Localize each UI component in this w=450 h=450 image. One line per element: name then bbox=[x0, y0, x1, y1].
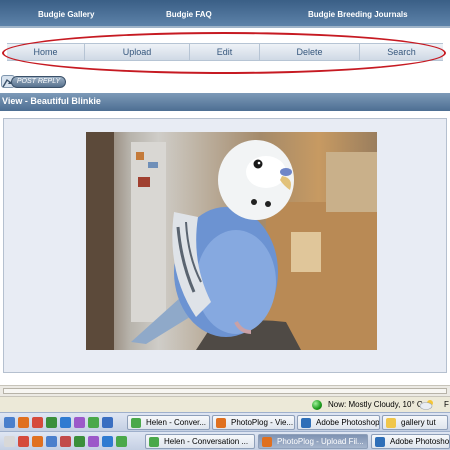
horizontal-scrollbar[interactable] bbox=[0, 385, 450, 396]
firefox-icon bbox=[216, 418, 226, 428]
task-adobe-photoshop[interactable]: Adobe Photoshop bbox=[297, 415, 380, 430]
quicklaunch-app-icon[interactable] bbox=[74, 417, 85, 428]
quicklaunch-msn-icon[interactable] bbox=[74, 436, 85, 447]
quicklaunch-firefox-icon[interactable] bbox=[32, 436, 43, 447]
quicklaunch-ie-icon[interactable] bbox=[4, 417, 15, 428]
scrollbar-track[interactable] bbox=[3, 388, 447, 394]
status-trailing-text: F bbox=[444, 400, 449, 409]
status-bar: Now: Mostly Cloudy, 10° C F bbox=[0, 396, 450, 412]
view-header: View - Beautiful Blinkie bbox=[0, 93, 450, 111]
post-reply-label: POST REPLY bbox=[11, 76, 66, 88]
photoshop-icon bbox=[375, 437, 385, 447]
msn-icon bbox=[149, 437, 159, 447]
quicklaunch-firefox-icon[interactable] bbox=[18, 417, 29, 428]
post-reply-button[interactable]: POST REPLY bbox=[0, 73, 66, 90]
quicklaunch-mail-icon[interactable] bbox=[32, 417, 43, 428]
quicklaunch-ie-icon[interactable] bbox=[46, 436, 57, 447]
msn-icon bbox=[131, 418, 141, 428]
nav-link-budgie-faq[interactable]: Budgie FAQ bbox=[166, 10, 212, 19]
weather-status-icon bbox=[312, 400, 322, 410]
quicklaunch-msn-icon[interactable] bbox=[46, 417, 57, 428]
quicklaunch-app-icon[interactable] bbox=[60, 436, 71, 447]
photoshop-icon bbox=[301, 418, 311, 428]
task-helen-conversation[interactable]: Helen - Conver... bbox=[127, 415, 210, 430]
task-helen-conversation-full[interactable]: Helen - Conversation ... bbox=[145, 434, 255, 449]
task-photoplog-view[interactable]: PhotoPlog - Vie... bbox=[212, 415, 295, 430]
nav-link-budgie-gallery[interactable]: Budgie Gallery bbox=[38, 10, 94, 19]
forum-top-nav: Budgie Gallery Budgie FAQ Budgie Breedin… bbox=[0, 0, 450, 28]
quicklaunch-mail-icon[interactable] bbox=[18, 436, 29, 447]
quicklaunch-messenger-icon[interactable] bbox=[88, 417, 99, 428]
task-gallery-tut[interactable]: gallery tut bbox=[382, 415, 448, 430]
cloud-icon bbox=[419, 400, 433, 410]
quicklaunch-tool-icon[interactable] bbox=[88, 436, 99, 447]
quicklaunch-media-icon[interactable] bbox=[102, 436, 113, 447]
nav-link-budgie-breeding-journals[interactable]: Budgie Breeding Journals bbox=[308, 10, 408, 19]
taskbar-top: Helen - Conver... PhotoPlog - Vie... Ado… bbox=[0, 412, 450, 431]
view-title: View - Beautiful Blinkie bbox=[2, 96, 101, 106]
firefox-icon bbox=[262, 437, 272, 447]
highlight-ellipse bbox=[2, 32, 446, 74]
quicklaunch-search-icon[interactable] bbox=[102, 417, 113, 428]
quicklaunch-desktop-icon[interactable] bbox=[4, 436, 15, 447]
quicklaunch-messenger-icon[interactable] bbox=[116, 436, 127, 447]
weather-text: Now: Mostly Cloudy, 10° C bbox=[328, 400, 423, 409]
task-photoplog-upload[interactable]: PhotoPlog - Upload Fil... bbox=[258, 434, 368, 449]
quicklaunch-media-icon[interactable] bbox=[60, 417, 71, 428]
folder-icon bbox=[386, 418, 396, 428]
task-adobe-photoshop-bottom[interactable]: Adobe Photoshop bbox=[371, 434, 450, 449]
budgie-photo[interactable] bbox=[86, 132, 377, 350]
taskbar-bottom: Helen - Conversation ... PhotoPlog - Upl… bbox=[0, 431, 450, 450]
